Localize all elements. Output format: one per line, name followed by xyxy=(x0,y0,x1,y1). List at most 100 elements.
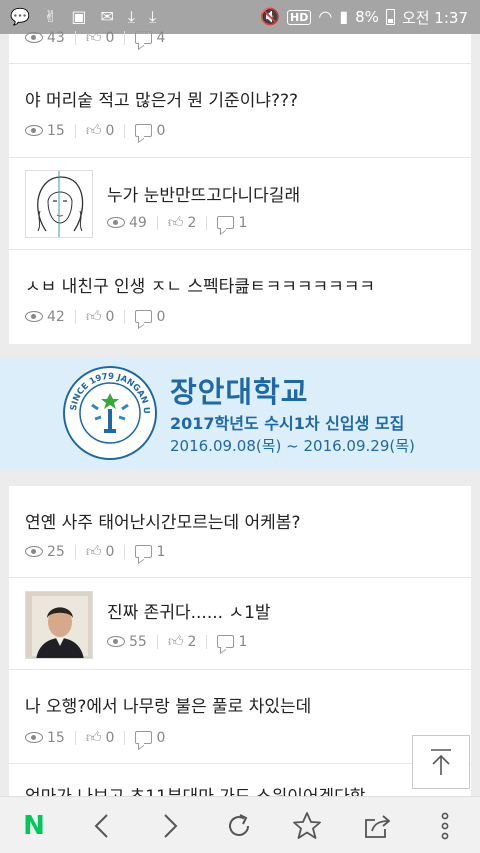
image-notification-icon: ▣ xyxy=(71,7,87,26)
forward-button[interactable] xyxy=(140,797,200,853)
eye-icon xyxy=(25,32,43,43)
post-meta: 43 👍︎ 0 4 xyxy=(25,28,165,47)
like-count: 0 xyxy=(105,729,115,746)
post-thumbnail[interactable] xyxy=(25,591,93,659)
list-item[interactable]: 누가 눈반만뜨고다니다길래 49 👍︎ 2 1 xyxy=(9,158,471,250)
signal-icon: ▮ xyxy=(339,7,349,26)
view-count: 25 xyxy=(47,543,65,560)
thumbs-up-icon: 👍︎ xyxy=(167,213,184,231)
view-count: 43 xyxy=(47,29,65,46)
victory-hand-icon: ✌ xyxy=(43,7,58,26)
scroll-to-top-button[interactable] xyxy=(412,735,470,789)
wifi-icon: ◠ xyxy=(318,7,333,26)
list-item[interactable]: 연옌 사주 태어난시간모르는데 어케봄? 25 👍︎ 0 1 xyxy=(9,486,471,578)
comment-icon xyxy=(135,310,153,323)
view-count: 42 xyxy=(47,308,65,325)
post-title[interactable]: 나 오행?에서 나무랑 불은 풀로 차있는데 xyxy=(25,692,311,717)
view-count: 15 xyxy=(47,122,65,139)
banner-title: 장안대학교 xyxy=(170,375,309,409)
eye-icon xyxy=(25,125,43,136)
mail-notification-icon: ✉ xyxy=(100,7,114,26)
post-title[interactable]: 연옌 사주 태어난시간모르는데 어케봄? xyxy=(25,508,300,533)
comment-icon xyxy=(135,31,153,44)
eye-icon xyxy=(25,732,43,743)
list-item[interactable]: ㅅㅂ 내친구 인생 ㅈㄴ 스펙타큺ㅌㅋㅋㅋㅋㅋㅋㅋ 42 👍︎ 0 0 xyxy=(9,250,471,344)
comment-count: 4 xyxy=(156,29,166,46)
forward-icon xyxy=(164,813,178,838)
post-meta: 15 👍︎ 0 0 xyxy=(25,121,165,140)
share-icon xyxy=(365,814,391,838)
comment-count: 1 xyxy=(238,214,248,231)
view-count: 15 xyxy=(47,729,65,746)
eye-icon xyxy=(107,217,125,228)
refresh-icon xyxy=(229,813,249,836)
bookmark-button[interactable] xyxy=(277,797,337,853)
like-count: 0 xyxy=(105,543,115,560)
like-count: 2 xyxy=(187,214,197,231)
like-count: 0 xyxy=(105,29,115,46)
comment-icon xyxy=(135,124,153,137)
thumbs-up-icon: 👍︎ xyxy=(85,121,102,139)
like-count: 0 xyxy=(105,122,115,139)
thumbs-up-icon: 👍︎ xyxy=(85,542,102,560)
battery-percent: 8% xyxy=(355,8,379,26)
post-meta: 55 👍︎ 2 1 xyxy=(107,632,247,651)
download-icon-2: ⤓ xyxy=(148,7,157,26)
comment-count: 0 xyxy=(156,308,166,325)
list-item[interactable]: 43 👍︎ 0 4 xyxy=(9,28,471,64)
university-ad-banner[interactable]: SINCE 1979 JANGAN UNIVERSITY 장안대학교 2017학… xyxy=(0,357,480,469)
like-count: 0 xyxy=(105,308,115,325)
comment-icon xyxy=(135,545,153,558)
view-count: 55 xyxy=(129,633,147,650)
eye-icon xyxy=(25,311,43,322)
list-item[interactable]: 엄마가 나보고 초11부대마 가드 스워이어겠다함 xyxy=(9,764,471,807)
clock: 오전 1:37 xyxy=(401,8,468,27)
jangan-university-logo-icon: SINCE 1979 JANGAN UNIVERSITY xyxy=(62,365,157,460)
post-thumbnail[interactable] xyxy=(25,170,93,238)
thumbs-up-icon: 👍︎ xyxy=(85,28,102,46)
back-icon xyxy=(94,813,108,838)
comment-count: 0 xyxy=(156,122,166,139)
post-title[interactable]: 누가 눈반만뜨고다니다길래 xyxy=(107,181,300,206)
comment-count: 0 xyxy=(156,729,166,746)
eye-icon xyxy=(107,636,125,647)
star-icon xyxy=(293,811,321,839)
view-count: 49 xyxy=(129,214,147,231)
post-title[interactable]: ㅅㅂ 내친구 인생 ㅈㄴ 스펙타큺ㅌㅋㅋㅋㅋㅋㅋㅋ xyxy=(25,272,375,297)
post-title[interactable]: 야 머리숱 적고 많은거 뭔 기준이냐??? xyxy=(25,86,298,111)
naver-home-button[interactable]: N xyxy=(4,797,64,853)
portrait-photo-icon xyxy=(26,592,92,658)
thumbs-up-icon: 👍︎ xyxy=(85,307,102,325)
arrow-up-icon xyxy=(431,749,451,775)
comment-icon xyxy=(135,731,153,744)
chat-notification-icon: 💬 xyxy=(10,7,30,26)
mute-icon: 🔇 xyxy=(260,7,281,26)
download-icon: ⤓ xyxy=(127,7,135,26)
share-button[interactable] xyxy=(348,797,408,853)
comment-icon xyxy=(217,216,235,229)
post-meta: 15 👍︎ 0 0 xyxy=(25,728,165,747)
post-meta: 42 👍︎ 0 0 xyxy=(25,307,165,326)
banner-dates: 2016.09.08(목) ~ 2016.09.29(목) xyxy=(170,437,415,455)
hd-voice-badge: HD xyxy=(287,9,312,25)
banner-subtitle: 2017학년도 수시1차 신입생 모집 xyxy=(170,414,405,433)
comment-icon xyxy=(217,635,235,648)
list-item[interactable]: 진짜 존귀다...... ㅅ1발 55 👍︎ 2 1 xyxy=(9,578,471,670)
list-item[interactable]: 나 오행?에서 나무랑 불은 풀로 차있는데 15 👍︎ 0 0 xyxy=(9,670,471,764)
more-menu-button[interactable] xyxy=(415,797,475,853)
eye-icon xyxy=(25,546,43,557)
post-list-card-2: 연옌 사주 태어난시간모르는데 어케봄? 25 👍︎ 0 1 진짜 존귀다....… xyxy=(9,486,471,807)
refresh-button[interactable] xyxy=(209,797,269,853)
like-count: 2 xyxy=(187,633,197,650)
sketch-face-thumbnail-icon xyxy=(37,171,84,237)
post-list-card: 43 👍︎ 0 4 야 머리숱 적고 많은거 뭔 기준이냐??? 15 👍︎ 0 0 xyxy=(9,28,471,344)
more-icon xyxy=(441,812,449,839)
post-title[interactable]: 진짜 존귀다...... ㅅ1발 xyxy=(107,598,271,623)
back-button[interactable] xyxy=(72,797,132,853)
comment-count: 1 xyxy=(156,543,166,560)
battery-icon xyxy=(385,9,395,25)
post-meta: 49 👍︎ 2 1 xyxy=(107,213,247,232)
thumbs-up-icon: 👍︎ xyxy=(85,728,102,746)
post-meta: 25 👍︎ 0 1 xyxy=(25,542,165,561)
list-item[interactable]: 야 머리숱 적고 많은거 뭔 기준이냐??? 15 👍︎ 0 0 xyxy=(9,64,471,158)
